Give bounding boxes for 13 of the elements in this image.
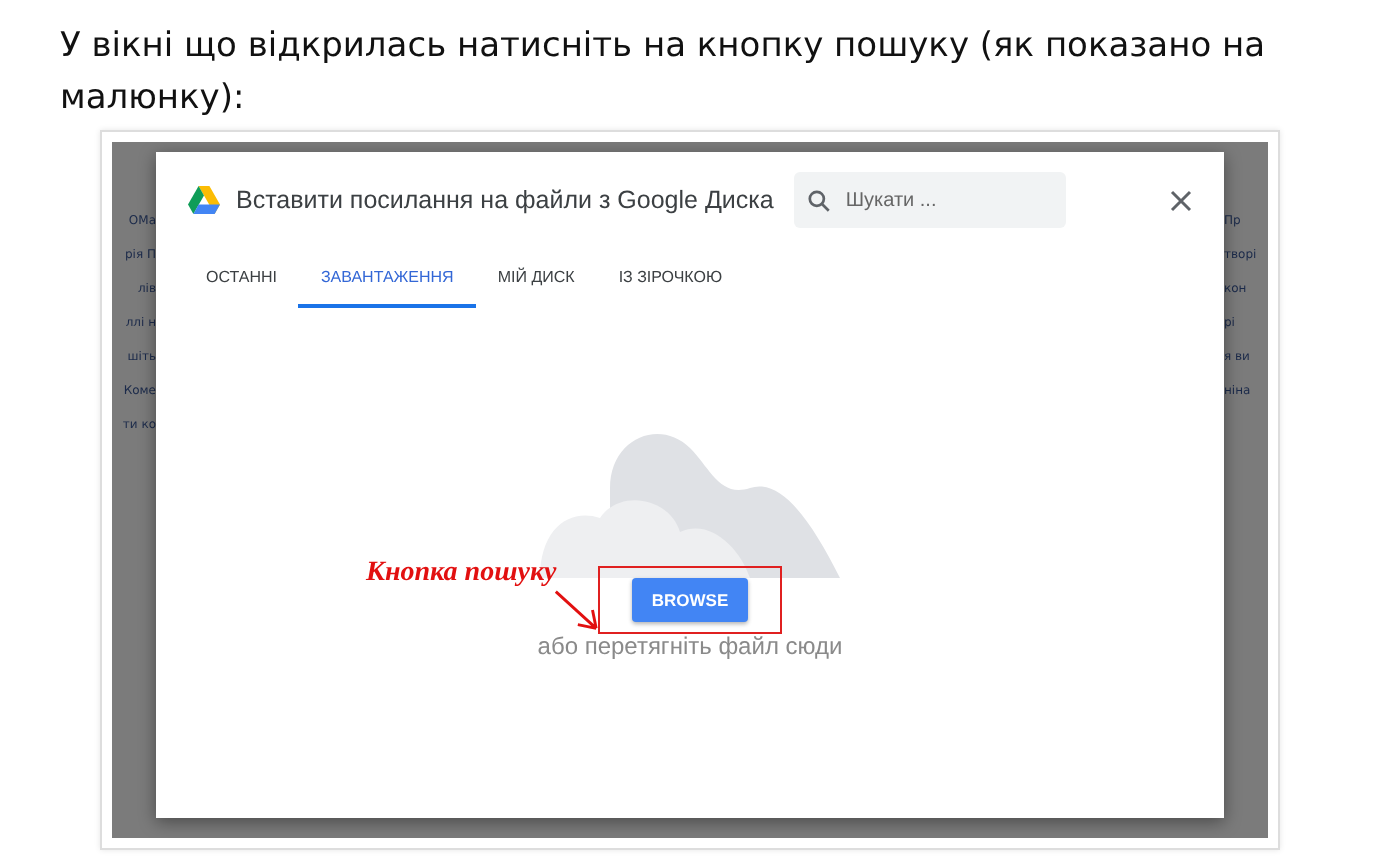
annotation-arrow bbox=[552, 588, 600, 632]
instruction-text: У вікні що відкрилась натисніть на кнопку пошуку (як показано на малюнку): bbox=[58, 24, 1268, 122]
tab[interactable]: ІЗ ЗІРОЧКОЮ bbox=[596, 260, 745, 308]
drop-hint: або перетягніть файл сюди bbox=[537, 632, 843, 660]
drive-logo-icon bbox=[188, 186, 220, 214]
search-field[interactable]: Шукати ... bbox=[793, 172, 1066, 228]
tab[interactable]: ЗАВАНТАЖЕННЯ bbox=[298, 260, 476, 308]
browse-button[interactable]: BROWSE bbox=[631, 578, 749, 622]
tab[interactable]: ОСТАННІ bbox=[184, 260, 299, 308]
annotation-label: Кнопка пошуку bbox=[366, 558, 557, 590]
tab[interactable]: МІЙ ДИСК bbox=[475, 260, 597, 308]
search-icon bbox=[805, 188, 832, 214]
dialog-title: Вставити посилання на файли з Google Диска bbox=[236, 186, 774, 214]
